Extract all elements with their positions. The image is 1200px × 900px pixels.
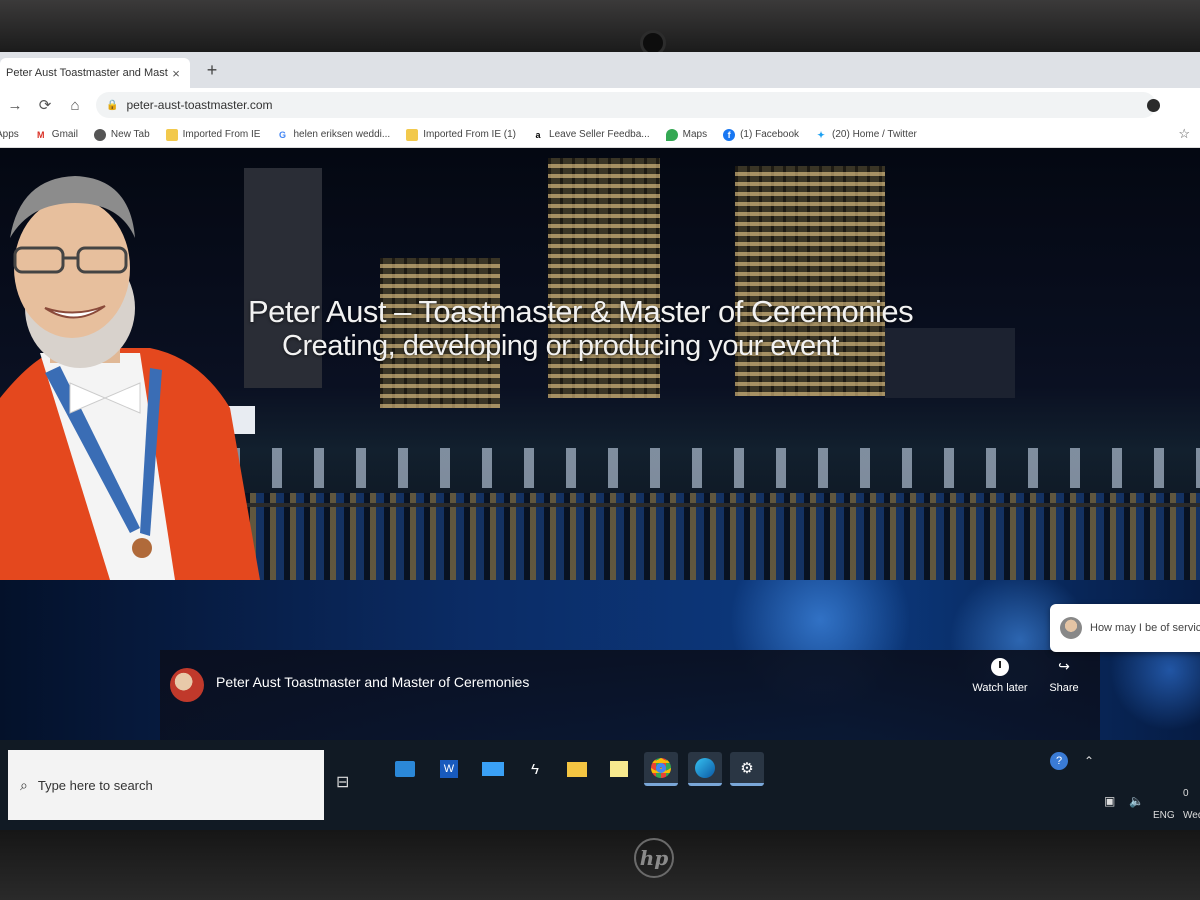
twitter-icon: ✦ bbox=[817, 129, 825, 140]
tab-strip: Peter Aust Toastmaster and Master of Cer… bbox=[0, 52, 1200, 88]
browser-tab[interactable]: Peter Aust Toastmaster and Master of Cer… bbox=[0, 58, 190, 88]
bookmark-folder-ie-1[interactable]: Imported From IE (1) bbox=[406, 128, 517, 141]
mail-icon[interactable] bbox=[476, 752, 510, 786]
facebook-icon: f bbox=[723, 128, 736, 141]
gmail-icon: M bbox=[37, 129, 45, 140]
search-icon: ⌕ bbox=[20, 776, 28, 793]
bookmark-label: Leave Seller Feedba... bbox=[549, 129, 650, 140]
help-icon[interactable]: ? bbox=[1050, 752, 1068, 770]
chevron-up-icon[interactable]: ⌃ bbox=[1084, 754, 1094, 768]
close-icon[interactable]: × bbox=[168, 66, 184, 81]
bookmark-label: helen eriksen weddi... bbox=[293, 129, 391, 140]
store-icon[interactable] bbox=[388, 752, 422, 786]
railing bbox=[240, 503, 1200, 507]
clock-time[interactable]: 0 bbox=[1183, 788, 1200, 799]
hero-title: Peter Aust – Toastmaster & Master of Cer… bbox=[248, 294, 914, 329]
edge-icon[interactable] bbox=[688, 752, 722, 786]
word-icon[interactable]: W bbox=[432, 752, 466, 786]
windows-taskbar: ⌕ Type here to search ⊟ W ϟ ⚙ ? ⌃ ▣ 🔈 EN… bbox=[0, 740, 1200, 830]
quay-lights bbox=[230, 448, 1200, 488]
bookmark-label: New Tab bbox=[110, 129, 150, 140]
globe-icon bbox=[93, 128, 106, 141]
forward-icon[interactable]: → bbox=[0, 97, 30, 114]
toastmaster-photo bbox=[0, 176, 260, 580]
clock-day[interactable]: Wed bbox=[1183, 810, 1200, 821]
bookmark-amazon[interactable]: a Leave Seller Feedba... bbox=[532, 129, 650, 141]
bookmark-folder-ie[interactable]: Imported From IE bbox=[165, 128, 261, 141]
sticky-notes-icon[interactable] bbox=[602, 752, 636, 786]
home-icon[interactable]: ⌂ bbox=[60, 97, 90, 114]
folder-icon bbox=[406, 128, 419, 141]
system-tray: ? ⌃ bbox=[1050, 752, 1094, 770]
task-view-icon[interactable]: ⊟ bbox=[336, 772, 349, 792]
tray-icons: ▣ 🔈 bbox=[1104, 790, 1144, 812]
meet-now-icon[interactable]: ▣ bbox=[1104, 794, 1115, 808]
search-placeholder: Type here to search bbox=[37, 777, 153, 793]
star-icon[interactable]: ☆ bbox=[1178, 126, 1190, 142]
bolt-icon[interactable]: ϟ bbox=[518, 752, 552, 786]
bookmark-apps[interactable]: Apps bbox=[0, 129, 19, 140]
browser-toolbar: → ⟳ ⌂ 🔒 peter-aust-toastmaster.com bbox=[0, 88, 1200, 122]
share-icon: ↪ bbox=[1058, 658, 1070, 674]
share-label: Share bbox=[1049, 682, 1079, 694]
lock-icon: 🔒 bbox=[106, 99, 119, 111]
google-icon: G bbox=[278, 129, 286, 140]
extension-icon[interactable] bbox=[1147, 99, 1160, 112]
bookmark-label: Imported From IE bbox=[182, 129, 261, 140]
bookmark-label: Gmail bbox=[51, 129, 78, 140]
new-tab-button[interactable]: + bbox=[202, 60, 222, 81]
taskbar-search-input[interactable]: ⌕ Type here to search bbox=[8, 750, 324, 820]
avatar bbox=[1060, 617, 1082, 639]
watch-later-label: Watch later bbox=[972, 682, 1028, 694]
bookmark-label: Apps bbox=[0, 129, 19, 140]
bookmark-label: (20) Home / Twitter bbox=[832, 129, 917, 140]
folder-icon bbox=[165, 128, 178, 141]
language-indicator[interactable]: ENG bbox=[1153, 810, 1175, 821]
address-bar[interactable]: 🔒 peter-aust-toastmaster.com bbox=[96, 92, 1156, 118]
video-title[interactable]: Peter Aust Toastmaster and Master of Cer… bbox=[216, 674, 529, 690]
bookmark-label: (1) Facebook bbox=[740, 129, 800, 140]
maps-icon bbox=[665, 128, 678, 141]
tab-title: Peter Aust Toastmaster and Master of Cer… bbox=[6, 67, 168, 79]
chat-message: How may I be of service bbox=[1090, 622, 1200, 634]
chrome-icon[interactable] bbox=[644, 752, 678, 786]
screen: Peter Aust Toastmaster and Master of Cer… bbox=[0, 52, 1200, 830]
hp-logo-icon: hp bbox=[634, 838, 674, 878]
share-button[interactable]: ↪ Share bbox=[1042, 658, 1086, 694]
clock-icon bbox=[991, 658, 1009, 676]
bookmark-label: Maps bbox=[682, 129, 708, 140]
bookmarks-bar: Apps M Gmail New Tab Imported From IE G … bbox=[0, 122, 1200, 148]
laptop-bezel-bottom bbox=[0, 830, 1200, 900]
bookmark-gmail[interactable]: M Gmail bbox=[35, 129, 78, 141]
channel-avatar[interactable] bbox=[170, 668, 204, 702]
bookmark-helen[interactable]: G helen eriksen weddi... bbox=[276, 129, 390, 141]
amazon-icon: a bbox=[535, 129, 541, 140]
bookmark-twitter[interactable]: ✦ (20) Home / Twitter bbox=[815, 129, 917, 141]
volume-icon[interactable]: 🔈 bbox=[1129, 794, 1144, 808]
bookmark-new-tab[interactable]: New Tab bbox=[93, 128, 150, 141]
bookmark-label: Imported From IE (1) bbox=[423, 129, 517, 140]
bookmark-facebook[interactable]: f (1) Facebook bbox=[723, 128, 800, 141]
bookmark-maps[interactable]: Maps bbox=[665, 128, 708, 141]
settings-gear-icon[interactable]: ⚙ bbox=[730, 752, 764, 786]
watch-later-button[interactable]: Watch later bbox=[968, 658, 1032, 694]
bookmark-actions: ☆ bbox=[1178, 126, 1190, 142]
chat-widget[interactable]: How may I be of service bbox=[1050, 604, 1200, 652]
file-explorer-icon[interactable] bbox=[560, 752, 594, 786]
hero-subtitle: Creating, developing or producing your e… bbox=[282, 330, 839, 362]
url-text: peter-aust-toastmaster.com bbox=[126, 98, 273, 112]
laptop-bezel-top bbox=[0, 0, 1200, 52]
reload-icon[interactable]: ⟳ bbox=[30, 96, 60, 114]
video-embed[interactable]: Peter Aust Toastmaster and Master of Cer… bbox=[0, 580, 1200, 760]
hero-banner: MediaCityUK bbox=[0, 148, 1200, 580]
